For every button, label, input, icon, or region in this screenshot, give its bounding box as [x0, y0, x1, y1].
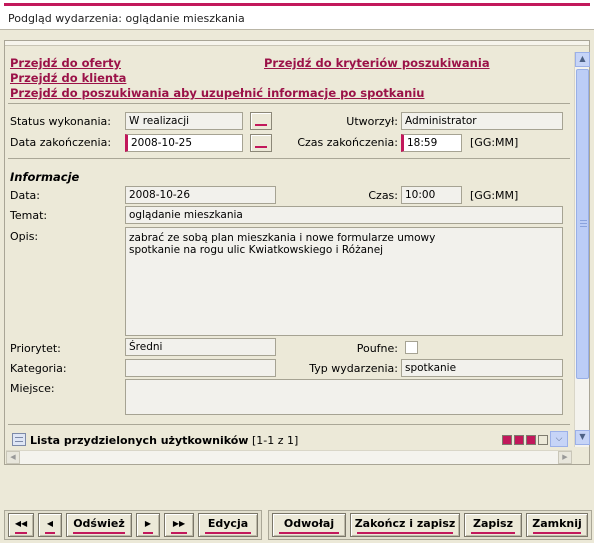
- title-accent-bar: [4, 3, 590, 6]
- scroll-right-icon[interactable]: ▶: [558, 451, 572, 464]
- first-record-button[interactable]: ◀◀: [8, 513, 34, 537]
- finish-and-save-label: Zakończ i zapisz: [354, 517, 456, 530]
- vertical-scrollbar[interactable]: ▲ ▼: [574, 52, 590, 447]
- place-label: Miejsce:: [10, 382, 55, 395]
- next-icon: ▶: [144, 519, 152, 528]
- grip-line: [580, 220, 587, 221]
- confidential-checkbox[interactable]: [405, 341, 418, 354]
- expand-chevron-icon[interactable]: ⌵: [550, 431, 568, 447]
- status-square-icon: [538, 435, 548, 445]
- finish-and-save-button[interactable]: Zakończ i zapisz: [350, 513, 460, 537]
- status-square-icon: [514, 435, 524, 445]
- previous-record-button[interactable]: ◀: [38, 513, 62, 537]
- save-label: Zapisz: [473, 517, 513, 530]
- event-type-field: spotkanie: [401, 359, 563, 377]
- time-format: [GG:MM]: [470, 189, 519, 202]
- created-by-field: Administrator: [401, 112, 563, 130]
- panel-top-strip: [5, 41, 589, 46]
- priority-field: Średni: [125, 338, 276, 356]
- grip-line: [580, 226, 587, 227]
- window-titlebar: Podgląd wydarzenia: oglądanie mieszkania: [0, 0, 594, 30]
- category-field: [125, 359, 276, 377]
- status-square-icon: [502, 435, 512, 445]
- end-date-input[interactable]: 2008-10-25: [125, 134, 243, 152]
- link-go-to-criteria[interactable]: Przejdź do kryteriów poszukiwania: [264, 56, 490, 70]
- edit-button[interactable]: Edycja: [198, 513, 258, 537]
- subject-field: oglądanie mieszkania: [125, 206, 563, 224]
- assigned-users-bar: Lista przydzielonych użytkowników [1-1 z…: [8, 431, 572, 449]
- next-record-button[interactable]: ▶: [136, 513, 160, 537]
- scroll-down-icon[interactable]: ▼: [575, 430, 590, 445]
- close-button[interactable]: Zamknij: [526, 513, 588, 537]
- date-field: 2008-10-26: [125, 186, 276, 204]
- subject-label: Temat:: [10, 209, 48, 222]
- description-field: zabrać ze sobą plan mieszkania i nowe fo…: [125, 227, 563, 336]
- date-label: Data:: [10, 189, 40, 202]
- status-field: W realizacji: [125, 112, 243, 130]
- save-button[interactable]: Zapisz: [464, 513, 522, 537]
- priority-label: Priorytet:: [10, 342, 61, 355]
- assigned-users-range: [1-1 z 1]: [251, 434, 299, 447]
- divider: [8, 103, 570, 104]
- cancel-event-label: Odwołaj: [283, 517, 335, 530]
- link-go-to-search[interactable]: Przejdź do poszukiwania aby uzupełnić in…: [10, 86, 424, 100]
- list-icon: [12, 433, 26, 446]
- grip-line: [580, 223, 587, 224]
- time-field: 10:00: [401, 186, 462, 204]
- calendar-button[interactable]: [250, 134, 272, 152]
- link-go-to-offer[interactable]: Przejdź do oferty: [10, 56, 121, 70]
- scroll-thumb[interactable]: [576, 69, 589, 379]
- scroll-up-icon[interactable]: ▲: [575, 52, 590, 67]
- horizontal-scrollbar[interactable]: ◀ ▶: [6, 450, 572, 464]
- bottom-toolbar: ◀◀ ◀ Odśwież ▶ ▶▶ Edycja Odwołaj Zakończ…: [0, 505, 594, 543]
- place-field: [125, 379, 563, 415]
- time-label: Czas:: [368, 189, 398, 202]
- end-time-input[interactable]: 18:59: [401, 134, 462, 152]
- close-label: Zamknij: [532, 517, 582, 530]
- status-square-icon: [526, 435, 536, 445]
- refresh-label: Odśwież: [73, 517, 125, 530]
- end-time-label: Czas zakończenia:: [297, 136, 398, 149]
- divider: [8, 424, 570, 425]
- status-picker-button[interactable]: [250, 112, 272, 130]
- scroll-left-icon[interactable]: ◀: [6, 451, 20, 464]
- cancel-event-button[interactable]: Odwołaj: [272, 513, 346, 537]
- category-label: Kategoria:: [10, 362, 67, 375]
- status-label: Status wykonania:: [10, 115, 111, 128]
- edit-label: Edycja: [207, 517, 249, 530]
- end-date-label: Data zakończenia:: [10, 136, 112, 149]
- window-title: Podgląd wydarzenia: oglądanie mieszkania: [8, 12, 245, 25]
- last-record-icon: ▶▶: [172, 519, 186, 528]
- previous-icon: ◀: [46, 519, 54, 528]
- assigned-users-title: Lista przydzielonych użytkowników: [30, 434, 249, 447]
- first-record-icon: ◀◀: [14, 519, 28, 528]
- link-go-to-client[interactable]: Przejdź do klienta: [10, 71, 126, 85]
- end-time-format: [GG:MM]: [470, 136, 519, 149]
- event-type-label: Typ wydarzenia:: [309, 362, 398, 375]
- refresh-button[interactable]: Odśwież: [66, 513, 132, 537]
- section-title-info: Informacje: [10, 170, 80, 184]
- assigned-users-caption: Lista przydzielonych użytkowników [1-1 z…: [30, 434, 298, 447]
- last-record-button[interactable]: ▶▶: [164, 513, 194, 537]
- created-by-label: Utworzył:: [346, 115, 398, 128]
- confidential-label: Poufne:: [356, 342, 398, 355]
- description-label: Opis:: [10, 230, 39, 243]
- divider: [8, 158, 570, 159]
